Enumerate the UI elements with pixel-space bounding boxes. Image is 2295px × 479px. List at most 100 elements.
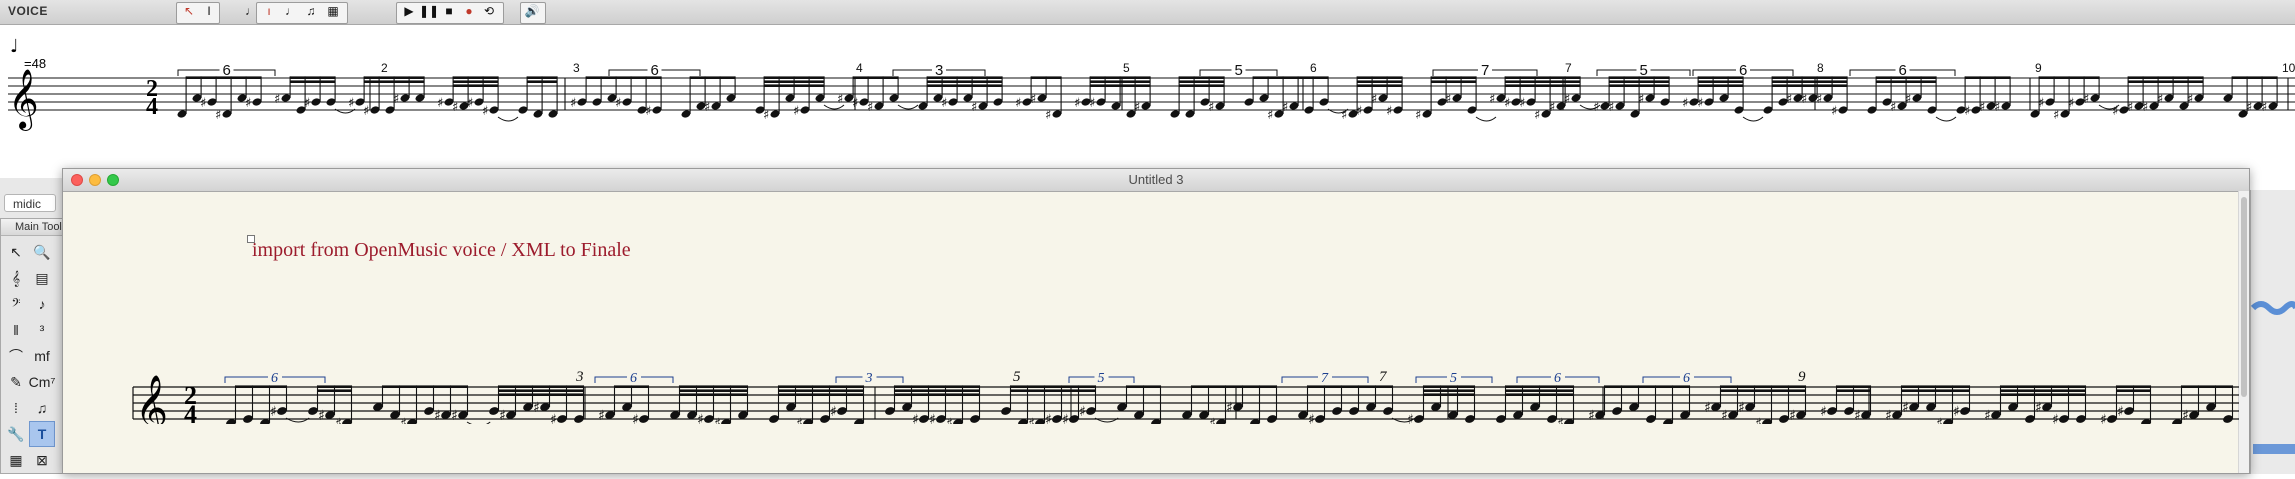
clef-tool[interactable]: 𝄢 [3, 291, 29, 317]
chord-tool-button[interactable]: ♩ [280, 2, 302, 20]
arrow-tool-button[interactable]: ↖ [178, 2, 200, 20]
sharp-accidental: ♯ [1062, 412, 1069, 424]
import-text-block[interactable]: import from OpenMusic voice / XML to Fin… [252, 239, 631, 262]
text-tool[interactable]: T [29, 421, 55, 447]
sharp-accidental: ♯ [1638, 92, 1644, 107]
sharp-accidental: ♯ [393, 92, 399, 107]
sharp-accidental: ♯ [533, 400, 540, 416]
sharp-accidental: ♯ [1415, 108, 1421, 123]
measure-number: 7 [1379, 369, 1388, 385]
beam [1836, 385, 1871, 388]
simple-entry-tool[interactable]: ♪ [29, 291, 55, 317]
sharp-accidental: ♯ [1755, 416, 1762, 424]
sharp-accidental: ♯ [274, 92, 280, 107]
sharp-accidental: ♯ [2053, 108, 2059, 123]
sharp-accidental: ♯ [245, 96, 251, 111]
tuplet-number: 7 [1321, 371, 1329, 386]
group-tool-button[interactable]: ▦ [322, 2, 344, 20]
sharp-accidental: ♯ [1820, 404, 1827, 420]
beam [2116, 389, 2151, 392]
voice-score: ♩ =48 𝄞 2 4 2 3 4 5 6 7 8 9 10 66357566 ♯♯♯ ♯ ♯ ♯♯♯… [8, 36, 2295, 131]
chord-tool[interactable]: Cm⁷ [29, 369, 56, 395]
tuplet-number: 5 [1450, 371, 1457, 386]
sharp-accidental: ♯ [2038, 96, 2044, 111]
beam [927, 84, 1003, 87]
sharp-accidental: ♯ [2052, 412, 2059, 424]
measure-number: 9 [1798, 369, 1806, 385]
measure-number: 5 [1013, 369, 1021, 385]
beam [1876, 80, 1937, 83]
sharp-accidental: ♯ [1697, 96, 1703, 111]
scrollbar-thumb[interactable] [2241, 197, 2247, 397]
vertical-scrollbar[interactable] [2238, 191, 2249, 473]
lyrics-tool[interactable]: ✎ [3, 369, 29, 395]
graphics-tool[interactable]: ▦ [3, 447, 29, 473]
beam [778, 385, 864, 388]
zoom-tool[interactable]: 🔍 [29, 239, 55, 265]
tuplet-tool[interactable]: ³ [29, 317, 55, 343]
sharp-accidental: ♯ [1801, 92, 1807, 107]
smart-shape-tool[interactable]: ⌒ [3, 343, 29, 369]
sharp-accidental: ♯ [482, 104, 488, 119]
sharp-accidental: ♯ [1816, 92, 1822, 107]
beam [1505, 389, 1574, 392]
sharp-accidental: ♯ [550, 412, 557, 424]
sharp-accidental: ♯ [867, 100, 873, 115]
beam [1423, 393, 1475, 396]
beam-tool-button[interactable]: ♫ [300, 2, 322, 20]
beam [1772, 76, 1848, 79]
play-button[interactable]: ▶ [398, 2, 420, 20]
beam [894, 393, 980, 396]
finale-titlebar[interactable]: Untitled 3 [63, 169, 2249, 192]
finale-measure-numbers: 3 5 7 9 [575, 369, 1806, 385]
sharp-accidental: ♯ [2083, 92, 2089, 107]
sharp-accidental: ♯ [570, 96, 576, 111]
sharp-accidental: ♯ [1854, 408, 1861, 424]
sharp-accidental: ♯ [1089, 96, 1095, 111]
tie [466, 421, 491, 424]
note-mover-tool[interactable]: ♫ [29, 395, 55, 421]
measure-number: 4 [856, 61, 863, 75]
sharp-accidental: ♯ [437, 96, 443, 111]
tie [1742, 116, 1764, 122]
finale-window-title: Untitled 3 [1128, 172, 1184, 187]
beam [1126, 385, 1161, 388]
beam [1698, 80, 1744, 83]
sharp-accidental: ♯ [852, 96, 858, 111]
sharp-accidental: ♯ [1704, 400, 1711, 416]
beam [1505, 80, 1581, 83]
midic-tab[interactable]: midic [4, 194, 56, 212]
sharp-accidental: ♯ [270, 404, 277, 420]
sharp-accidental: ♯ [1994, 100, 2000, 115]
staff-styles-tool[interactable]: ⊠ [29, 447, 55, 473]
beam [679, 389, 748, 392]
measure-number: 5 [1123, 61, 1130, 75]
beam [2181, 385, 2233, 388]
sharp-accidental: ♯ [215, 108, 221, 123]
key-signature-tool[interactable]: ▤ [29, 265, 55, 291]
record-button[interactable]: ● [458, 2, 480, 20]
sharp-accidental: ♯ [714, 416, 721, 424]
sharp-accidental: ♯ [1079, 404, 1086, 420]
sharp-accidental: ♯ [451, 408, 458, 424]
beam [1609, 80, 1670, 83]
selection-tool[interactable]: ↖ [3, 239, 29, 265]
beam [894, 385, 980, 388]
sharp-accidental: ♯ [2157, 92, 2163, 107]
speaker-icon[interactable]: 🔊 [521, 2, 543, 20]
stop-button[interactable]: ■ [438, 2, 460, 20]
special-tools-tool[interactable]: 🔧 [3, 421, 29, 447]
pause-button[interactable]: ❚❚ [418, 2, 440, 20]
mirror-tool[interactable]: ⁞ [3, 395, 29, 421]
loop-button[interactable]: ⟲ [478, 2, 500, 20]
beam [1772, 84, 1848, 87]
note-tool-button[interactable]: ♩ [240, 2, 262, 20]
tuplet-number: 7 [1481, 62, 1489, 79]
beam [235, 385, 287, 388]
staff-tool[interactable]: 𝄞 [3, 265, 29, 291]
measure-tool[interactable]: ‖ [3, 317, 29, 343]
beam [764, 76, 825, 79]
text-cursor-tool-button[interactable]: I [198, 2, 220, 20]
expression-tool[interactable]: mf [29, 343, 55, 369]
sharp-accidental: ♯ [704, 100, 710, 115]
